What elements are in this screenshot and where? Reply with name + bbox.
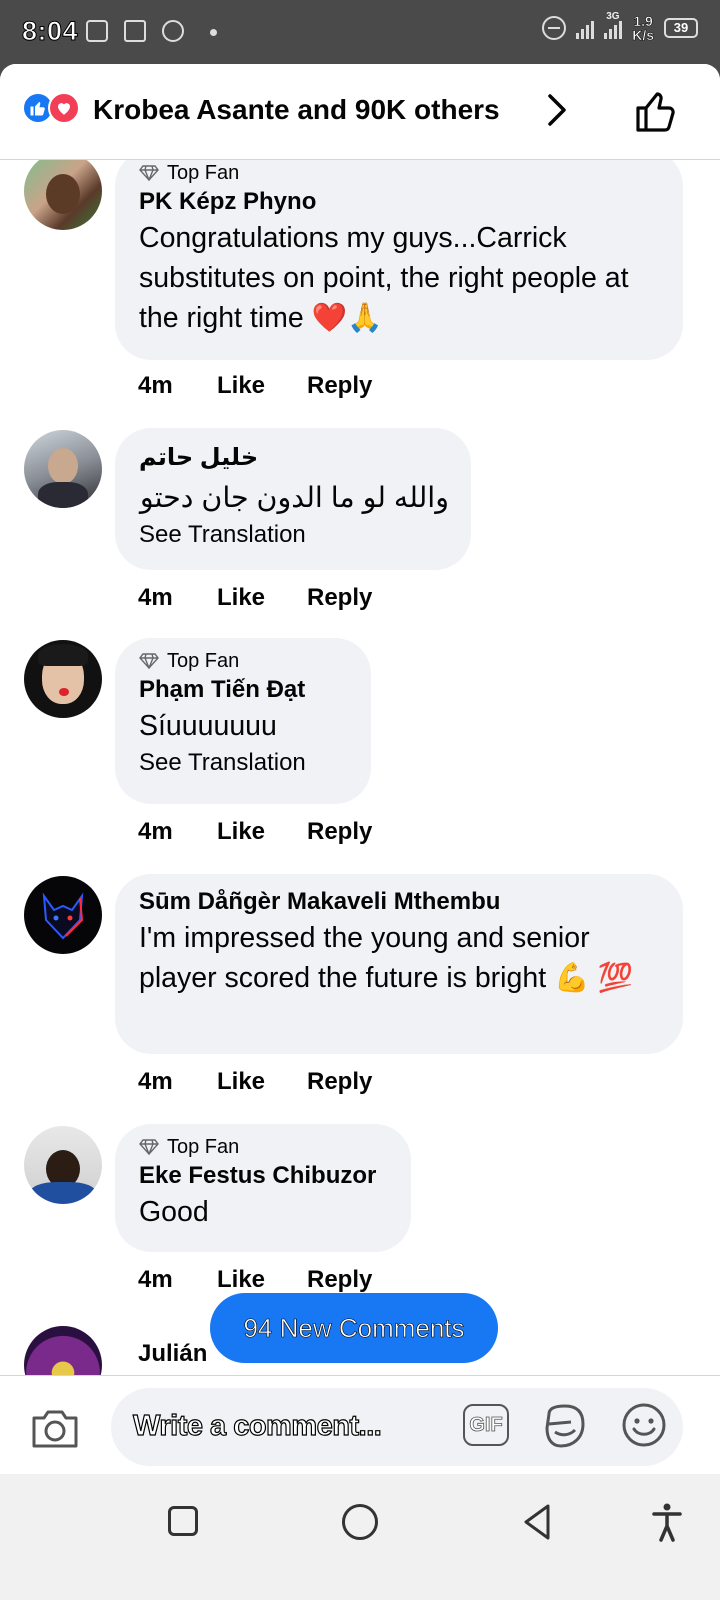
- comment-bubble[interactable]: Top Fan PK Képz Phyno Congratulations my…: [115, 160, 683, 360]
- love-reaction-icon: [48, 92, 80, 124]
- signal2-group: 3G: [604, 11, 623, 39]
- see-translation-link[interactable]: See Translation: [139, 518, 447, 552]
- recent-apps-icon[interactable]: [168, 1506, 198, 1536]
- comment-author[interactable]: Julián: [138, 1338, 207, 1370]
- dnd-icon: [542, 16, 567, 40]
- like-button[interactable]: Like: [217, 584, 307, 612]
- comment-bubble[interactable]: Sūm Dåñgèr Makaveli Mthembu I'm impresse…: [115, 874, 683, 1054]
- comment-text: Congratulations my guys...Carrick substi…: [139, 222, 629, 334]
- comment-text: Good: [139, 1196, 209, 1228]
- gallery-notification-icon: [124, 20, 146, 42]
- reaction-icons: [22, 92, 86, 126]
- comment-author[interactable]: خليل حاتم: [139, 438, 447, 478]
- chevron-right-icon[interactable]: [540, 92, 572, 128]
- top-fan-badge: Top Fan: [139, 1134, 387, 1160]
- status-bar: 8:04 3G 1.9 K/s 39: [0, 0, 720, 64]
- comment-author[interactable]: PK Képz Phyno: [139, 186, 659, 218]
- diamond-icon: [139, 1139, 159, 1155]
- home-icon[interactable]: [342, 1504, 378, 1540]
- like-post-icon[interactable]: [632, 88, 680, 136]
- comment-author[interactable]: Phạm Tiến Đạt: [139, 674, 347, 706]
- avatar[interactable]: [24, 640, 102, 718]
- badge-label: Top Fan: [167, 1135, 240, 1158]
- top-fan-badge: Top Fan: [139, 648, 347, 674]
- comment-time: 4m: [138, 818, 173, 845]
- emoji-icon[interactable]: [621, 1402, 667, 1448]
- badge-label: Top Fan: [167, 649, 240, 672]
- reply-button[interactable]: Reply: [307, 1068, 372, 1096]
- comment-bubble[interactable]: Top Fan Eke Festus Chibuzor Good: [115, 1124, 411, 1252]
- avatar[interactable]: [24, 1326, 102, 1375]
- comment-bubble[interactable]: خليل حاتم والله لو ما الدون جان دحتو See…: [115, 428, 471, 570]
- battery-icon: 39: [664, 18, 698, 38]
- new-comments-button[interactable]: 94 New Comments: [210, 1293, 498, 1363]
- like-button[interactable]: Like: [217, 818, 307, 846]
- comment-composer: Write a comment... GIF: [0, 1375, 720, 1475]
- comment-actions: 4m Like Reply: [138, 584, 372, 612]
- see-translation-link[interactable]: See Translation: [139, 746, 347, 780]
- like-button[interactable]: Like: [217, 372, 307, 400]
- sticker-icon[interactable]: [541, 1402, 589, 1450]
- back-icon[interactable]: [520, 1502, 554, 1542]
- comment-time: 4m: [138, 372, 173, 399]
- comment-input[interactable]: Write a comment... GIF: [111, 1388, 683, 1466]
- avatar[interactable]: [24, 876, 102, 954]
- wolf-avatar-icon: [42, 892, 84, 940]
- comment-actions: 4m Like Reply: [138, 1068, 372, 1096]
- reply-button[interactable]: Reply: [307, 372, 372, 400]
- status-time: 8:04: [21, 16, 79, 47]
- comment-time: 4m: [138, 584, 173, 611]
- comment-actions: 4m Like Reply: [138, 372, 372, 400]
- system-nav-bar: [0, 1474, 720, 1600]
- like-button[interactable]: Like: [217, 1266, 307, 1294]
- comment-author[interactable]: Eke Festus Chibuzor: [139, 1160, 387, 1192]
- avatar[interactable]: [24, 160, 102, 230]
- comment-author[interactable]: Sūm Dåñgèr Makaveli Mthembu: [139, 886, 659, 918]
- network-type: 3G: [606, 11, 620, 22]
- comments-sheet: Krobea Asante and 90K others Top Fan PK …: [0, 64, 720, 1504]
- reply-button[interactable]: Reply: [307, 1266, 372, 1294]
- comment-text: Síuuuuuuu: [139, 710, 277, 742]
- reply-button[interactable]: Reply: [307, 584, 372, 612]
- app2-notification-icon: [162, 20, 184, 42]
- net-speed: 1.9 K/s: [632, 13, 654, 43]
- reply-button[interactable]: Reply: [307, 818, 372, 846]
- accessibility-icon[interactable]: [650, 1502, 684, 1542]
- diamond-icon: [139, 165, 159, 181]
- app-notification-icon: [86, 20, 108, 42]
- avatar[interactable]: [24, 430, 102, 508]
- reactions-summary[interactable]: Krobea Asante and 90K others: [93, 94, 500, 126]
- comment-text: والله لو ما الدون جان دحتو: [139, 482, 449, 514]
- more-notifications-dot-icon: [210, 29, 217, 36]
- status-right: 3G 1.9 K/s 39: [542, 11, 698, 43]
- top-fan-badge: Top Fan: [139, 160, 659, 186]
- avatar[interactable]: [24, 1126, 102, 1204]
- comment-actions: 4m Like Reply: [138, 1266, 372, 1294]
- net-speed-value: 1.9: [633, 13, 653, 29]
- comment-text: I'm impressed the young and senior playe…: [139, 922, 633, 994]
- signal-icon: [576, 17, 595, 39]
- comment-actions: 4m Like Reply: [138, 818, 372, 846]
- comment-bubble[interactable]: Top Fan Phạm Tiến Đạt Síuuuuuuu See Tran…: [115, 638, 371, 804]
- gif-button[interactable]: GIF: [463, 1404, 509, 1446]
- like-button[interactable]: Like: [217, 1068, 307, 1096]
- comment-time: 4m: [138, 1266, 173, 1293]
- comments-list: Top Fan PK Képz Phyno Congratulations my…: [0, 160, 720, 1375]
- badge-label: Top Fan: [167, 161, 240, 184]
- net-speed-unit: K/s: [632, 27, 654, 43]
- reactions-header[interactable]: Krobea Asante and 90K others: [0, 64, 720, 160]
- comment-time: 4m: [138, 1068, 173, 1095]
- diamond-icon: [139, 653, 159, 669]
- comment-input-placeholder: Write a comment...: [132, 1409, 382, 1442]
- camera-icon[interactable]: [30, 1406, 80, 1450]
